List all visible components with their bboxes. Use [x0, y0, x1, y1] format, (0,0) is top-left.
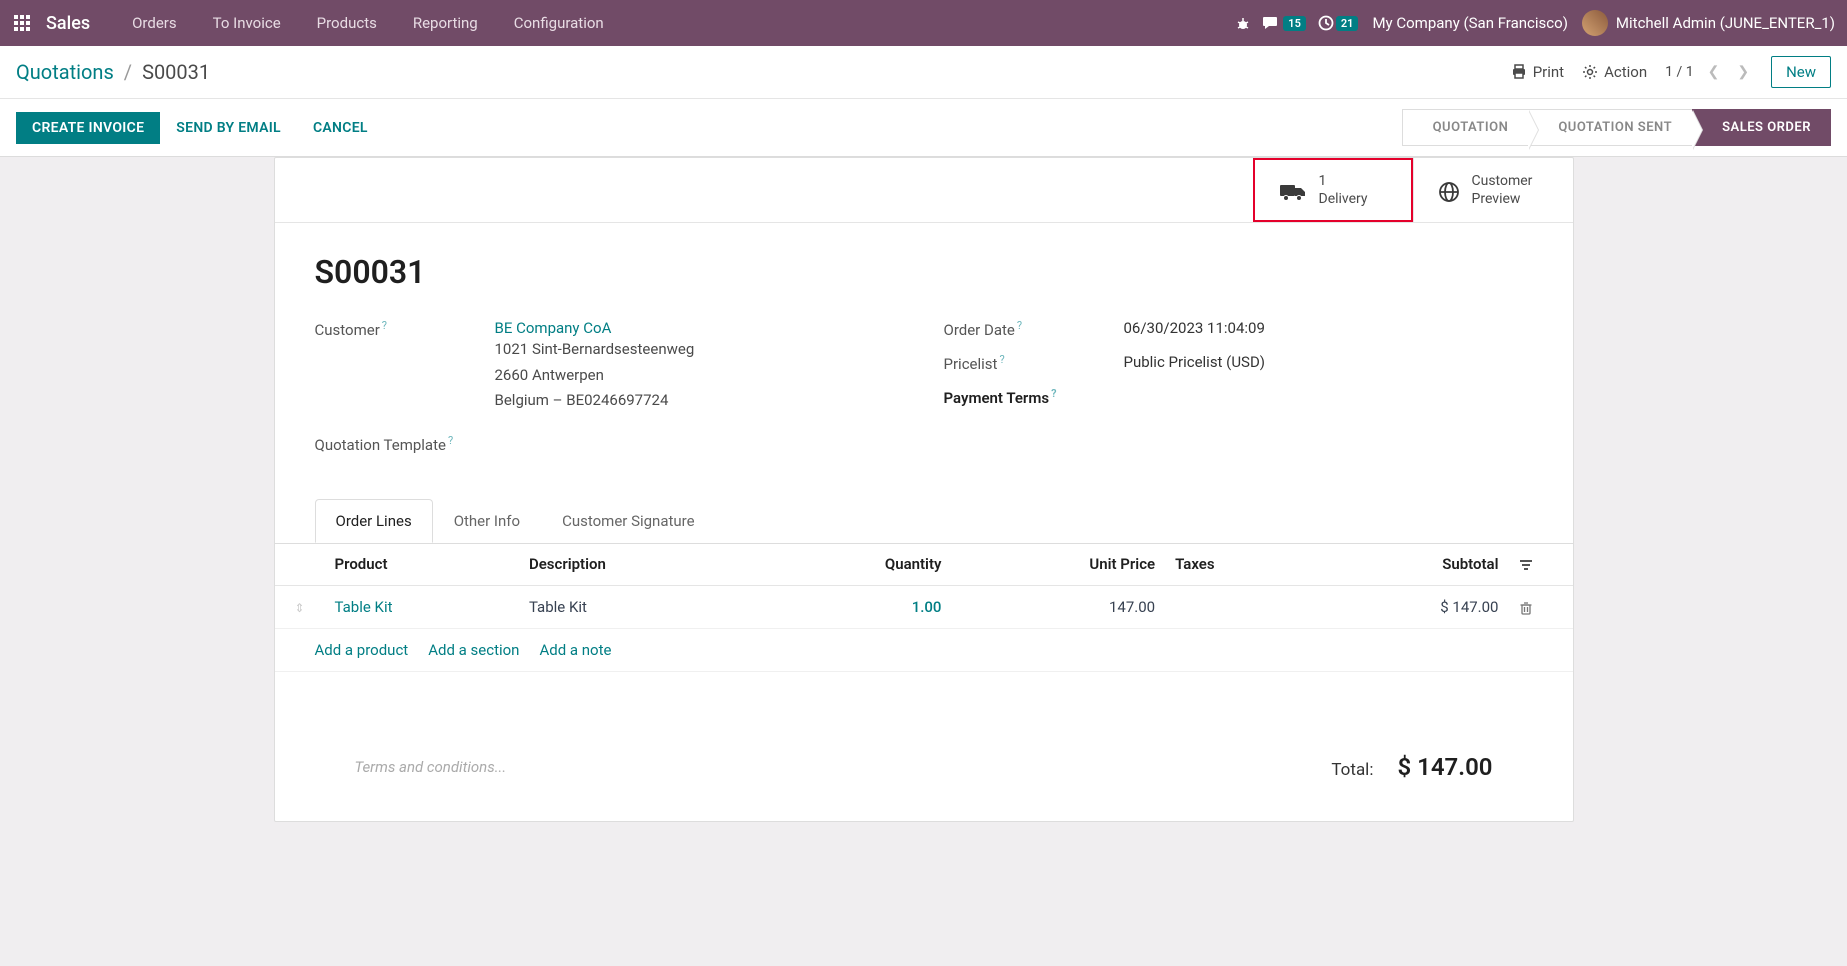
globe-icon	[1438, 178, 1460, 203]
user-menu[interactable]: Mitchell Admin (JUNE_ENTER_1)	[1616, 14, 1835, 32]
print-button[interactable]: Print	[1511, 63, 1564, 81]
messages-icon[interactable]: 15	[1263, 15, 1306, 31]
nav-reporting[interactable]: Reporting	[399, 14, 492, 32]
delivery-stat-button[interactable]: 1 Delivery	[1253, 158, 1413, 222]
delete-row-icon[interactable]	[1519, 598, 1533, 616]
tabs: Order Lines Other Info Customer Signatur…	[275, 499, 1573, 544]
col-subtotal: Subtotal	[1313, 543, 1508, 586]
activities-badge: 21	[1336, 16, 1359, 31]
breadcrumb: Quotations / S00031	[16, 60, 210, 84]
tab-signature[interactable]: Customer Signature	[541, 499, 716, 543]
tab-other-info[interactable]: Other Info	[433, 499, 541, 543]
total-value: $ 147.00	[1397, 753, 1492, 781]
quotation-template-label: Quotation Template	[315, 436, 446, 454]
help-icon[interactable]: ?	[1017, 319, 1022, 332]
terms-input[interactable]: Terms and conditions...	[355, 758, 507, 776]
customer-link[interactable]: BE Company CoA	[495, 319, 612, 337]
address-line-1: 1021 Sint-Bernardsesteenweg	[495, 337, 904, 363]
create-invoice-button[interactable]: CREATE INVOICE	[16, 112, 160, 144]
col-taxes: Taxes	[1165, 543, 1313, 586]
quotation-template-value[interactable]	[495, 434, 904, 454]
nav-orders[interactable]: Orders	[118, 14, 191, 32]
pager-next[interactable]: ❯	[1733, 64, 1753, 80]
pricelist-label: Pricelist	[944, 355, 998, 373]
help-icon[interactable]: ?	[382, 319, 387, 332]
tab-order-lines[interactable]: Order Lines	[315, 499, 433, 543]
col-unit-price: Unit Price	[951, 543, 1165, 586]
col-quantity: Quantity	[761, 543, 952, 586]
status-quotation-sent[interactable]: QUOTATION SENT	[1528, 109, 1692, 146]
top-navbar: Sales Orders To Invoice Products Reporti…	[0, 0, 1847, 46]
apps-icon[interactable]	[12, 13, 32, 33]
bug-icon[interactable]	[1235, 14, 1251, 32]
pricelist-value[interactable]: Public Pricelist (USD)	[1124, 353, 1533, 373]
col-product: Product	[325, 543, 519, 586]
pager-text: 1 / 1	[1665, 64, 1693, 80]
nav-configuration[interactable]: Configuration	[500, 14, 618, 32]
breadcrumb-current: S00031	[142, 60, 210, 84]
nav-to-invoice[interactable]: To Invoice	[199, 14, 295, 32]
nav-products[interactable]: Products	[303, 14, 391, 32]
order-date-value[interactable]: 06/30/2023 11:04:09	[1124, 319, 1533, 339]
breadcrumb-separator: /	[124, 60, 132, 84]
pager-prev[interactable]: ❮	[1704, 64, 1724, 80]
help-icon[interactable]: ?	[999, 353, 1004, 366]
help-icon[interactable]: ?	[1051, 387, 1056, 400]
delivery-label: Delivery	[1319, 190, 1368, 208]
unit-price-cell[interactable]: 147.00	[951, 585, 1165, 628]
new-button[interactable]: New	[1771, 56, 1831, 88]
address-line-2: 2660 Antwerpen	[495, 363, 904, 389]
cancel-button[interactable]: CANCEL	[297, 112, 384, 144]
delivery-count: 1	[1319, 172, 1368, 190]
payment-terms-value[interactable]	[1124, 387, 1533, 407]
print-icon	[1511, 64, 1527, 80]
button-bar: CREATE INVOICE SEND BY EMAIL CANCEL QUOT…	[0, 99, 1847, 157]
status-ribbon: QUOTATION QUOTATION SENT SALES ORDER	[1402, 109, 1831, 146]
address-line-3: Belgium – BE0246697724	[495, 388, 904, 414]
preview-line2: Preview	[1472, 190, 1533, 208]
status-quotation[interactable]: QUOTATION	[1402, 109, 1529, 146]
customer-preview-button[interactable]: Customer Preview	[1413, 158, 1573, 222]
truck-icon	[1279, 178, 1307, 202]
payment-terms-label: Payment Terms	[944, 389, 1050, 407]
order-name: S00031	[315, 253, 1533, 291]
add-section-link[interactable]: Add a section	[428, 641, 519, 659]
breadcrumb-parent[interactable]: Quotations	[16, 60, 114, 84]
action-bar: Quotations / S00031 Print Action 1 / 1 ❮…	[0, 46, 1847, 99]
columns-settings-icon[interactable]	[1519, 555, 1533, 573]
table-row[interactable]: ⇕ Table Kit Table Kit 1.00 147.00 $ 147.…	[275, 585, 1573, 628]
company-selector[interactable]: My Company (San Francisco)	[1372, 14, 1567, 32]
status-sales-order[interactable]: SALES ORDER	[1692, 109, 1831, 146]
description-cell[interactable]: Table Kit	[519, 585, 761, 628]
action-button[interactable]: Action	[1582, 63, 1647, 81]
help-icon[interactable]: ?	[448, 434, 453, 447]
messages-badge: 15	[1283, 16, 1306, 31]
subtotal-cell: $ 147.00	[1313, 585, 1508, 628]
pager: 1 / 1 ❮ ❯	[1665, 64, 1753, 80]
quantity-cell[interactable]: 1.00	[912, 598, 942, 616]
drag-handle-icon[interactable]: ⇕	[295, 601, 305, 615]
total-label: Total:	[1331, 760, 1373, 780]
app-title[interactable]: Sales	[46, 13, 90, 34]
order-date-label: Order Date	[944, 321, 1015, 339]
customer-label: Customer	[315, 321, 380, 339]
product-cell[interactable]: Table Kit	[335, 598, 393, 616]
activities-icon[interactable]: 21	[1318, 15, 1359, 31]
order-lines-table: Product Description Quantity Unit Price …	[275, 543, 1573, 672]
form-sheet: 1 Delivery Customer Preview S00031 C	[274, 157, 1574, 822]
col-description: Description	[519, 543, 761, 586]
avatar	[1582, 10, 1608, 36]
preview-line1: Customer	[1472, 172, 1533, 190]
taxes-cell[interactable]	[1165, 585, 1313, 628]
add-note-link[interactable]: Add a note	[539, 641, 611, 659]
add-product-link[interactable]: Add a product	[315, 641, 409, 659]
gear-icon	[1582, 64, 1598, 80]
send-email-button[interactable]: SEND BY EMAIL	[160, 112, 297, 144]
